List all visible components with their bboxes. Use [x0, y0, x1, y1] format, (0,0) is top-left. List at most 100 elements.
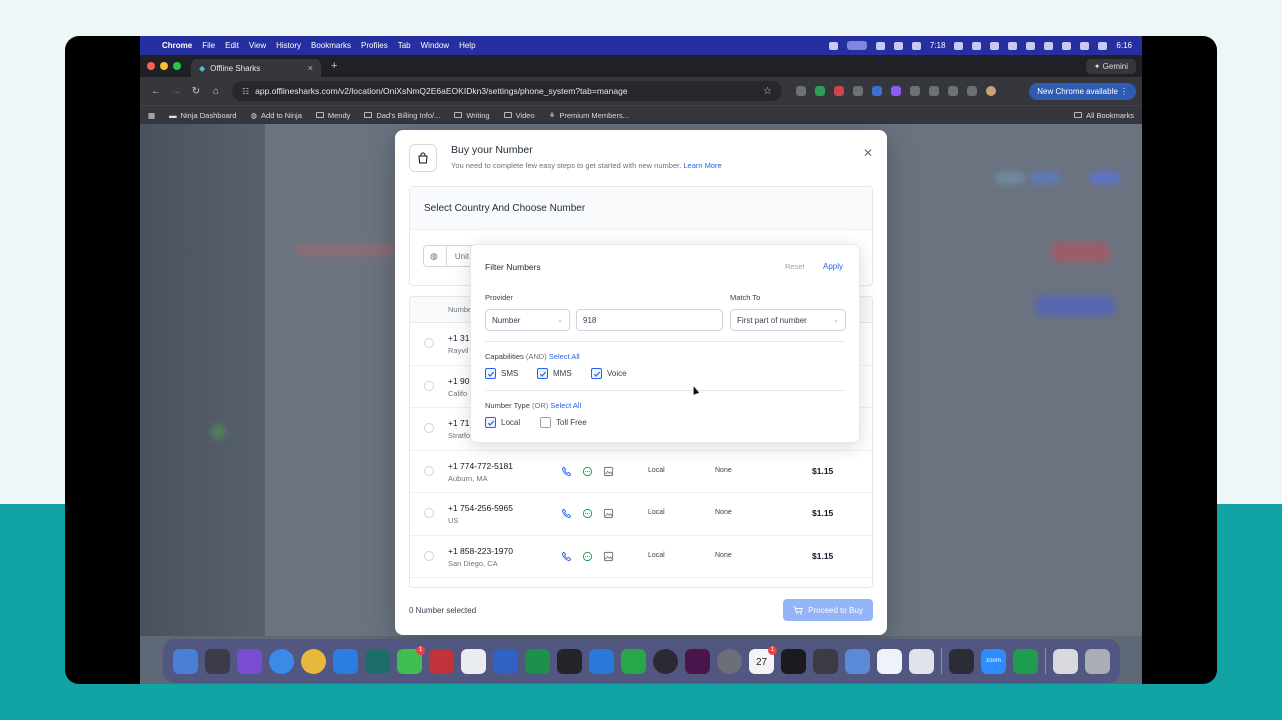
browser-tab[interactable]: ◆ Offline Sharks ×	[191, 59, 321, 77]
messages-icon[interactable]: 1	[397, 645, 425, 674]
app-icon[interactable]	[949, 648, 974, 674]
profile-avatar[interactable]	[986, 86, 996, 96]
app-icon[interactable]	[557, 648, 582, 674]
number-input[interactable]: 918	[576, 309, 723, 331]
finder-icon[interactable]	[173, 648, 198, 674]
sms-checkbox[interactable]: SMS	[485, 368, 518, 379]
minimize-window-button[interactable]	[160, 62, 168, 70]
app-icon[interactable]	[493, 648, 518, 674]
recent-document-icon[interactable]	[1053, 648, 1078, 674]
close-window-button[interactable]	[147, 62, 155, 70]
back-icon[interactable]: ←	[146, 86, 166, 97]
slack-icon[interactable]	[685, 648, 710, 674]
app-icon[interactable]	[429, 648, 454, 674]
menu-profiles[interactable]: Profiles	[361, 41, 388, 50]
telegram-icon[interactable]	[333, 648, 358, 674]
close-tab-icon[interactable]: ×	[308, 63, 313, 73]
github-icon[interactable]	[237, 648, 262, 674]
extension-icon[interactable]	[834, 86, 844, 96]
chrome-icon[interactable]	[301, 648, 326, 674]
row-radio[interactable]	[424, 423, 434, 433]
bookmark-item[interactable]: ◍ Add to Ninja	[250, 111, 301, 120]
status-icon[interactable]	[893, 41, 903, 50]
bookmark-star-icon[interactable]: ☆	[763, 86, 772, 97]
control-center-icon[interactable]	[1098, 41, 1108, 50]
number-type-select-all[interactable]: Select All	[550, 401, 581, 410]
tab-search-icon[interactable]	[929, 86, 939, 96]
new-chrome-available-button[interactable]: New Chrome available ⋮	[1029, 82, 1136, 100]
table-row[interactable]: +1 754-256-5965 US Local None $1.15	[410, 493, 872, 536]
row-radio[interactable]	[424, 550, 434, 561]
apps-grid-icon[interactable]: ▦	[148, 111, 155, 120]
app-icon[interactable]	[461, 648, 486, 674]
status-icon[interactable]	[1026, 41, 1036, 50]
reset-button[interactable]: Reset	[785, 262, 805, 271]
toll-free-checkbox[interactable]: Toll Free	[540, 417, 587, 428]
safari-icon[interactable]	[269, 648, 294, 674]
status-icon[interactable]	[990, 41, 1000, 50]
trash-icon[interactable]	[1085, 648, 1110, 674]
app-icon[interactable]	[909, 648, 934, 674]
bookmark-folder[interactable]: Mendy	[315, 111, 350, 120]
capcut-icon[interactable]	[781, 648, 806, 674]
apply-button[interactable]: Apply	[823, 262, 843, 271]
bookmark-folder[interactable]: Video	[503, 111, 535, 120]
timer-readout[interactable]: 7:18	[930, 41, 946, 50]
reload-icon[interactable]: ↻	[186, 86, 206, 97]
final-cut-icon[interactable]	[813, 648, 838, 674]
address-bar[interactable]: ☷ app.offlinesharks.com/v2/location/OniX…	[232, 81, 782, 101]
phone-app-icon[interactable]	[1013, 648, 1038, 674]
capabilities-select-all[interactable]: Select All	[549, 352, 580, 361]
voice-checkbox[interactable]: Voice	[591, 368, 627, 379]
evernote-icon[interactable]	[621, 648, 646, 674]
clock[interactable]: 6:16	[1116, 41, 1132, 50]
bookmark-folder[interactable]: Dad's Billing Info/...	[364, 111, 440, 120]
launchpad-icon[interactable]	[205, 648, 230, 674]
menu-help[interactable]: Help	[459, 41, 475, 50]
menu-tab[interactable]: Tab	[398, 41, 411, 50]
zoom-window-button[interactable]	[173, 62, 181, 70]
extension-icon[interactable]	[891, 86, 901, 96]
status-icon[interactable]	[911, 41, 921, 50]
status-icon[interactable]	[972, 41, 982, 50]
reading-list-icon[interactable]	[967, 86, 977, 96]
extension-icon[interactable]	[815, 86, 825, 96]
calendar-icon[interactable]: 27 1	[749, 645, 777, 674]
status-icon[interactable]	[828, 41, 838, 50]
mms-checkbox[interactable]: MMS	[537, 368, 572, 379]
status-icon[interactable]	[1008, 41, 1018, 50]
wifi-icon[interactable]	[1062, 41, 1072, 50]
menu-file[interactable]: File	[202, 41, 215, 50]
menu-bookmarks[interactable]: Bookmarks	[311, 41, 351, 50]
app-icon[interactable]	[365, 648, 390, 674]
dropbox-icon[interactable]	[875, 41, 885, 50]
download-icon[interactable]	[948, 86, 958, 96]
menu-app-name[interactable]: Chrome	[162, 41, 192, 50]
screen-record-icon[interactable]	[846, 41, 867, 50]
puzzle-icon[interactable]	[910, 86, 920, 96]
row-radio[interactable]	[424, 465, 434, 476]
home-icon[interactable]: ⌂	[206, 86, 226, 97]
proceed-to-buy-button[interactable]: Proceed to Buy	[783, 599, 873, 621]
row-radio[interactable]	[424, 508, 434, 518]
battery-icon[interactable]	[1080, 41, 1090, 50]
bookmark-folder[interactable]: Writing	[454, 111, 490, 120]
row-radio[interactable]	[424, 338, 434, 348]
extension-icon[interactable]	[796, 86, 806, 96]
system-settings-icon[interactable]	[717, 648, 742, 674]
menu-history[interactable]: History	[276, 41, 301, 50]
search-icon[interactable]	[1044, 41, 1054, 50]
table-row[interactable]: +1 774-772-5181 Auburn, MA Local None $1…	[410, 451, 872, 493]
extension-icon[interactable]	[872, 86, 882, 96]
app-icon[interactable]	[845, 648, 870, 674]
provider-select[interactable]: Number ⌄	[485, 309, 570, 331]
menu-window[interactable]: Window	[421, 41, 449, 50]
bookmark-item[interactable]: ▬ Ninja Dashboard	[169, 111, 236, 120]
local-checkbox[interactable]: Local	[485, 417, 520, 428]
gemini-button[interactable]: ✦ Gemini	[1085, 58, 1136, 74]
bookmark-item[interactable]: ⚘ Premium Members...	[549, 111, 629, 120]
match-to-select[interactable]: First part of number ⌄	[730, 309, 846, 331]
vscode-icon[interactable]	[589, 648, 614, 674]
all-bookmarks[interactable]: All Bookmarks	[1074, 111, 1134, 120]
app-icon[interactable]	[653, 648, 678, 674]
